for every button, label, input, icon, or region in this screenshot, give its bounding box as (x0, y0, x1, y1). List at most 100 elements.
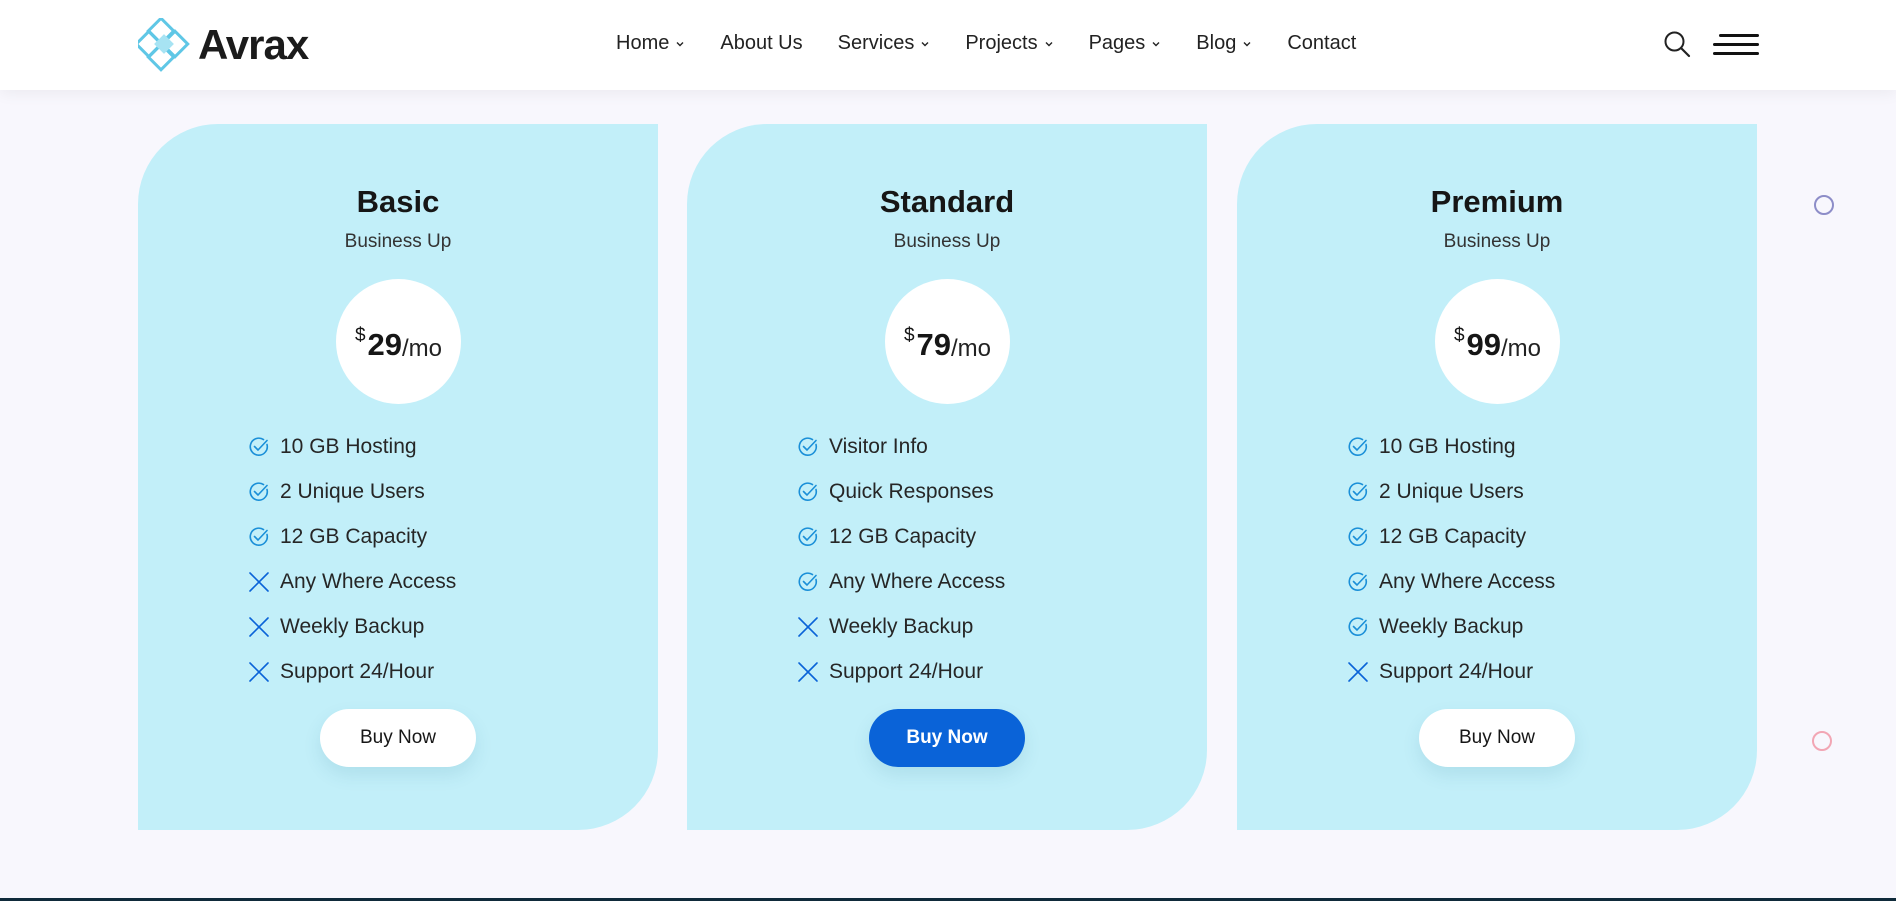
chevron-down-icon (921, 41, 929, 46)
chevron-down-icon (1152, 41, 1160, 46)
buy-now-button[interactable]: Buy Now (320, 709, 476, 767)
price-currency: $ (1453, 324, 1465, 346)
feature-list: Visitor Info Quick Responses 12 GB Capac… (797, 424, 1005, 694)
nav-contact[interactable]: Contact (1287, 32, 1356, 55)
feature-label: 12 GB Capacity (829, 524, 977, 548)
feature-label: 10 GB Hosting (1379, 434, 1516, 458)
feature-label: Weekly Backup (1379, 614, 1524, 638)
feature-label: Support 24/Hour (829, 659, 984, 683)
plan-subtitle: Business Up (893, 231, 1001, 252)
decorative-ring-icon (1814, 195, 1834, 215)
pricing-card-premium: Premium Business Up $ 99 /mo 10 GB Hosti… (1237, 124, 1757, 830)
nav-home[interactable]: Home (616, 32, 685, 55)
nav-pages[interactable]: Pages (1089, 32, 1162, 55)
feature-label: Any Where Access (280, 569, 457, 593)
feature-item: 12 GB Capacity (797, 514, 1005, 559)
price-period: /mo (1501, 334, 1542, 362)
nav-about-us[interactable]: About Us (720, 32, 802, 55)
feature-item: 12 GB Capacity (1347, 514, 1555, 559)
pricing-card-basic: Basic Business Up $ 29 /mo 10 GB Hosting… (138, 124, 658, 830)
plan-name: Premium (1430, 184, 1564, 219)
nav-services[interactable]: Services (838, 32, 931, 55)
buy-now-button[interactable]: Buy Now (1419, 709, 1575, 767)
nav-projects[interactable]: Projects (965, 32, 1053, 55)
cross-icon (249, 616, 269, 637)
nav-home-label: Home (616, 32, 670, 54)
plan-subtitle: Business Up (344, 231, 452, 252)
feature-item: 2 Unique Users (248, 469, 456, 514)
feature-item: Support 24/Hour (797, 649, 1005, 694)
price-period: /mo (402, 334, 443, 362)
nav-projects-label: Projects (965, 32, 1038, 54)
feature-label: Visitor Info (829, 434, 928, 458)
price-currency: $ (354, 324, 366, 346)
check-circle-icon (249, 436, 269, 456)
feature-label: Weekly Backup (280, 614, 425, 638)
plan-name: Basic (356, 184, 440, 219)
pricing-card-standard: Standard Business Up $ 79 /mo Visitor In… (687, 124, 1207, 830)
feature-item: 10 GB Hosting (1347, 424, 1555, 469)
feature-label: Any Where Access (1379, 569, 1556, 593)
plan-price: $ 29 /mo (355, 321, 442, 363)
feature-item: Support 24/Hour (248, 649, 456, 694)
check-circle-icon (798, 481, 818, 501)
cross-icon (249, 661, 269, 682)
feature-label: Support 24/Hour (1379, 659, 1534, 683)
feature-list: 10 GB Hosting 2 Unique Users 12 GB Capac… (248, 424, 456, 694)
check-circle-icon (1348, 481, 1368, 501)
feature-item: Weekly Backup (248, 604, 456, 649)
site-header: Avrax Home About Us Services Projects Pa… (0, 0, 1896, 90)
feature-item: Any Where Access (248, 559, 456, 604)
brand-logo[interactable]: Avrax (138, 18, 309, 72)
cross-icon (1348, 661, 1368, 682)
decorative-ring-icon (1812, 731, 1832, 751)
feature-item: Support 24/Hour (1347, 649, 1555, 694)
chevron-down-icon (1045, 41, 1053, 46)
nav-pages-label: Pages (1088, 32, 1146, 54)
feature-label: 2 Unique Users (1379, 479, 1524, 503)
brand-name: Avrax (198, 21, 309, 68)
search-icon[interactable] (1662, 29, 1692, 59)
feature-item: Visitor Info (797, 424, 1005, 469)
price-circle: $ 79 /mo (885, 279, 1010, 404)
logo-mark-icon (138, 18, 190, 72)
chevron-down-icon (1243, 41, 1251, 46)
check-circle-icon (1348, 436, 1368, 456)
feature-item: Quick Responses (797, 469, 1005, 514)
feature-label: 2 Unique Users (280, 479, 425, 503)
feature-label: 12 GB Capacity (1379, 524, 1527, 548)
hamburger-menu-icon[interactable] (1713, 34, 1759, 56)
check-circle-icon (249, 526, 269, 546)
plan-subtitle: Business Up (1443, 231, 1551, 252)
feature-label: 12 GB Capacity (280, 524, 428, 548)
buy-now-button[interactable]: Buy Now (869, 709, 1025, 767)
feature-item: 10 GB Hosting (248, 424, 456, 469)
plan-price: $ 99 /mo (1454, 321, 1541, 363)
feature-item: Any Where Access (1347, 559, 1555, 604)
chevron-down-icon (676, 41, 684, 46)
feature-item: 2 Unique Users (1347, 469, 1555, 514)
feature-item: Weekly Backup (1347, 604, 1555, 649)
check-circle-icon (798, 526, 818, 546)
nav-contact-label: Contact (1287, 32, 1357, 54)
main-nav: Home About Us Services Projects Pages Bl… (616, 32, 1356, 55)
check-circle-icon (1348, 571, 1368, 591)
nav-services-label: Services (837, 32, 915, 54)
cross-icon (798, 616, 818, 637)
price-period: /mo (951, 334, 992, 362)
feature-label: 10 GB Hosting (280, 434, 417, 458)
feature-list: 10 GB Hosting 2 Unique Users 12 GB Capac… (1347, 424, 1555, 694)
check-circle-icon (798, 571, 818, 591)
price-currency: $ (903, 324, 915, 346)
plan-price: $ 79 /mo (904, 321, 991, 363)
nav-blog[interactable]: Blog (1196, 32, 1252, 55)
check-circle-icon (1348, 526, 1368, 546)
check-circle-icon (798, 436, 818, 456)
cross-icon (249, 571, 269, 592)
check-circle-icon (1348, 616, 1368, 636)
price-circle: $ 29 /mo (336, 279, 461, 404)
feature-item: Any Where Access (797, 559, 1005, 604)
feature-label: Support 24/Hour (280, 659, 435, 683)
price-circle: $ 99 /mo (1435, 279, 1560, 404)
nav-blog-label: Blog (1196, 32, 1237, 54)
